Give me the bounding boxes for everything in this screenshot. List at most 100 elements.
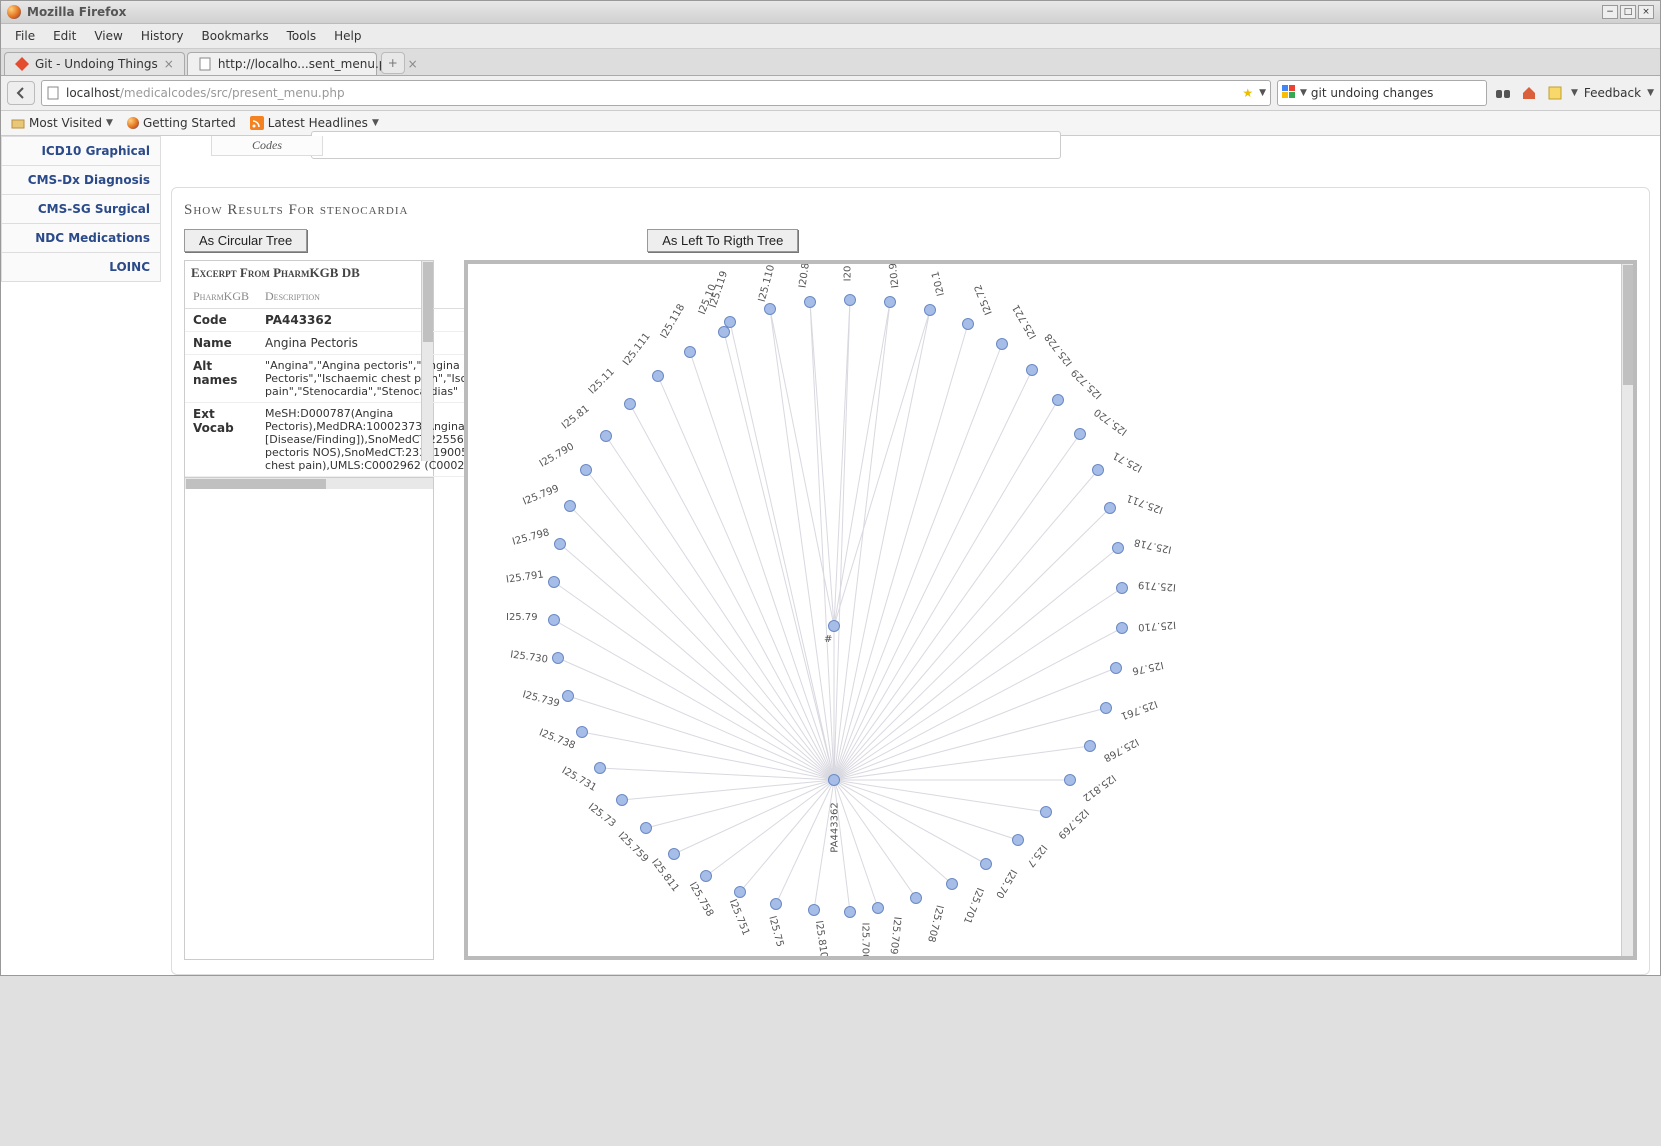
minimize-button[interactable]: − xyxy=(1602,5,1618,19)
graph-node[interactable] xyxy=(552,652,564,664)
new-tab-button[interactable]: + xyxy=(381,52,405,74)
graph-node[interactable] xyxy=(924,304,936,316)
back-button[interactable] xyxy=(7,81,35,105)
menu-bookmarks[interactable]: Bookmarks xyxy=(194,26,277,46)
feedback-link[interactable]: Feedback xyxy=(1584,86,1641,100)
graph-node[interactable] xyxy=(616,794,628,806)
results-panel: Show Results For stenocardia As Circular… xyxy=(171,187,1650,975)
binoculars-icon[interactable] xyxy=(1493,83,1513,103)
close-icon[interactable]: × xyxy=(164,57,174,71)
url-bar[interactable]: localhost/medicalcodes/src/present_menu.… xyxy=(41,80,1271,106)
graph-node[interactable] xyxy=(624,398,636,410)
graph-node[interactable] xyxy=(564,500,576,512)
graph-node[interactable] xyxy=(804,296,816,308)
graph-node[interactable] xyxy=(844,294,856,306)
sidebar-item-cms-dx[interactable]: CMS-Dx Diagnosis xyxy=(1,166,161,195)
search-bar[interactable]: ▼ git undoing changes xyxy=(1277,80,1487,106)
menu-edit[interactable]: Edit xyxy=(45,26,84,46)
close-icon[interactable]: × xyxy=(408,57,418,71)
graph-node[interactable] xyxy=(1064,774,1076,786)
star-icon[interactable]: ★ xyxy=(1242,86,1253,100)
graph-node[interactable] xyxy=(872,902,884,914)
graph-node[interactable] xyxy=(576,726,588,738)
graph-node[interactable] xyxy=(724,316,736,328)
graph-node[interactable] xyxy=(1110,662,1122,674)
graph-node[interactable] xyxy=(640,822,652,834)
scrollbar-vertical[interactable] xyxy=(1621,264,1633,956)
tab-git-undoing[interactable]: Git - Undoing Things × xyxy=(4,52,185,75)
menu-history[interactable]: History xyxy=(133,26,192,46)
scrollbar-vertical[interactable] xyxy=(421,261,433,461)
sidebar-item-icd10[interactable]: ICD10 Graphical xyxy=(1,136,161,166)
graph-node[interactable] xyxy=(946,878,958,890)
sidebar-item-cms-sg[interactable]: CMS-SG Surgical xyxy=(1,195,161,224)
chevron-down-icon[interactable]: ▼ xyxy=(1647,88,1654,98)
graph-node[interactable] xyxy=(764,303,776,315)
maximize-button[interactable]: □ xyxy=(1620,5,1636,19)
graph-node[interactable] xyxy=(700,870,712,882)
graph-node[interactable] xyxy=(910,892,922,904)
graph-node[interactable] xyxy=(828,620,840,632)
graph-node[interactable] xyxy=(600,430,612,442)
graph-node[interactable] xyxy=(1092,464,1104,476)
search-field[interactable] xyxy=(311,131,1061,159)
graph-node[interactable] xyxy=(844,906,856,918)
graph-node[interactable] xyxy=(734,886,746,898)
graph-node[interactable] xyxy=(1084,740,1096,752)
scrollbar-horizontal[interactable] xyxy=(185,477,433,489)
graph-node[interactable] xyxy=(1104,502,1116,514)
bookmark-latest-headlines[interactable]: Latest Headlines▼ xyxy=(250,116,379,130)
notes-icon[interactable] xyxy=(1545,83,1565,103)
bookmark-label: Getting Started xyxy=(143,116,236,130)
excerpt-panel: Excerpt From PharmKGB DB PharmKGBDescrip… xyxy=(184,260,434,960)
graph-node[interactable] xyxy=(996,338,1008,350)
graph-node[interactable] xyxy=(548,576,560,588)
graph-node-label: I25.79 xyxy=(506,612,538,623)
close-button[interactable]: × xyxy=(1638,5,1654,19)
tab-strip: Git - Undoing Things × http://localho...… xyxy=(1,49,1660,76)
graph-panel[interactable]: #PA443362I25.110I20.8I20I20.9I20.1I25.72… xyxy=(464,260,1637,960)
graph-node[interactable] xyxy=(1074,428,1086,440)
graph-node[interactable] xyxy=(684,346,696,358)
ltr-tree-button[interactable]: As Left To Rigth Tree xyxy=(647,229,798,252)
menu-file[interactable]: File xyxy=(7,26,43,46)
graph-node[interactable] xyxy=(1052,394,1064,406)
graph-node[interactable] xyxy=(1116,622,1128,634)
graph-node[interactable] xyxy=(594,762,606,774)
tab-codes[interactable]: Codes xyxy=(211,136,323,156)
graph-node[interactable] xyxy=(1026,364,1038,376)
chevron-down-icon[interactable]: ▼ xyxy=(1571,88,1578,98)
graph-node[interactable] xyxy=(554,538,566,550)
menu-help[interactable]: Help xyxy=(326,26,369,46)
graph-node[interactable] xyxy=(580,464,592,476)
graph-node[interactable] xyxy=(562,690,574,702)
circular-tree-button[interactable]: As Circular Tree xyxy=(184,229,307,252)
graph-node[interactable] xyxy=(828,774,840,786)
chevron-down-icon[interactable]: ▼ xyxy=(1259,88,1266,98)
graph-node[interactable] xyxy=(884,296,896,308)
tab-localhost[interactable]: http://localho...sent_menu.php × xyxy=(187,52,377,75)
graph-node-label: # xyxy=(824,634,832,645)
graph-node-label: PA443362 xyxy=(830,802,841,852)
graph-node[interactable] xyxy=(808,904,820,916)
graph-node[interactable] xyxy=(1012,834,1024,846)
graph-node[interactable] xyxy=(962,318,974,330)
sidebar-item-loinc[interactable]: LOINC xyxy=(1,253,161,282)
graph-node[interactable] xyxy=(1116,582,1128,594)
sidebar-item-ndc[interactable]: NDC Medications xyxy=(1,224,161,253)
graph-node[interactable] xyxy=(770,898,782,910)
graph-node[interactable] xyxy=(980,858,992,870)
tab-label: http://localho...sent_menu.php xyxy=(218,57,402,71)
graph-node[interactable] xyxy=(548,614,560,626)
graph-node[interactable] xyxy=(1112,542,1124,554)
menu-view[interactable]: View xyxy=(86,26,130,46)
graph-node[interactable] xyxy=(1100,702,1112,714)
menu-tools[interactable]: Tools xyxy=(279,26,325,46)
bookmark-most-visited[interactable]: Most Visited▼ xyxy=(11,116,113,130)
graph-node[interactable] xyxy=(668,848,680,860)
home-icon[interactable] xyxy=(1519,83,1539,103)
graph-node[interactable] xyxy=(652,370,664,382)
chevron-down-icon[interactable]: ▼ xyxy=(1300,88,1307,98)
bookmark-getting-started[interactable]: Getting Started xyxy=(127,116,236,130)
graph-node[interactable] xyxy=(1040,806,1052,818)
